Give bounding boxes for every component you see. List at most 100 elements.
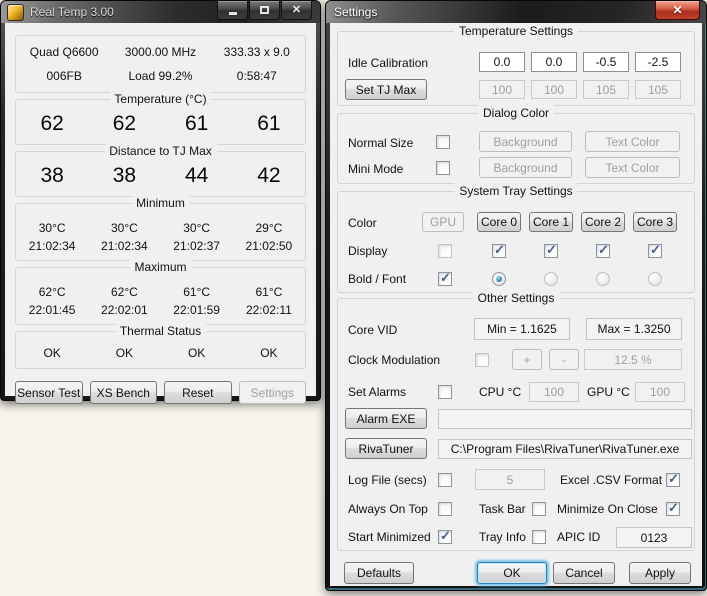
start-minimized-label: Start Minimized — [348, 530, 431, 544]
display-core1-checkbox[interactable] — [544, 244, 558, 258]
log-file-label: Log File (secs) — [348, 473, 427, 487]
clock-modulation-checkbox[interactable] — [475, 353, 489, 367]
idle-calibration-core2-input[interactable]: -0.5 — [583, 52, 629, 72]
tjmax-core0-field: 100 — [479, 80, 525, 99]
realtemp-caption-buttons: ✕ — [217, 1, 312, 20]
core0-distance: 38 — [16, 164, 88, 188]
font-core2-radio[interactable] — [596, 272, 610, 286]
log-interval-field: 5 — [475, 469, 545, 490]
fsb-multiplier: 333.33 x 9.0 — [209, 45, 305, 59]
min-temp-core3: 29°C — [233, 221, 305, 235]
start-minimized-checkbox[interactable] — [438, 530, 452, 544]
normal-text-color-button: Text Color — [585, 131, 680, 152]
maximize-button[interactable] — [249, 1, 280, 20]
core3-temperature: 61 — [233, 112, 305, 136]
close-button[interactable]: ✕ — [281, 1, 312, 20]
core2-distance: 44 — [161, 164, 233, 188]
alarm-exe-path-field[interactable] — [438, 409, 692, 429]
maximum-groupbox: Maximum 62°C 62°C 61°C 61°C 22:01:45 22:… — [15, 267, 306, 325]
alarm-exe-button[interactable]: Alarm EXE — [345, 408, 427, 429]
minimize-button[interactable] — [217, 1, 248, 20]
settings-titlebar[interactable]: Settings ✕ — [326, 1, 706, 23]
core1-color-button[interactable]: Core 1 — [529, 212, 573, 232]
rivatuner-path-field[interactable]: C:\Program Files\RivaTuner\RivaTuner.exe — [438, 439, 692, 459]
thermal-status-groupbox: Thermal Status OK OK OK OK — [15, 331, 306, 369]
close-button[interactable]: ✕ — [655, 1, 700, 20]
distance-tjmax-groupbox: Distance to TJ Max 38 38 44 42 — [15, 151, 306, 197]
reset-button[interactable]: Reset — [164, 381, 232, 404]
excel-csv-checkbox[interactable] — [666, 473, 680, 487]
display-core3-checkbox[interactable] — [648, 244, 662, 258]
tray-info-checkbox[interactable] — [532, 530, 546, 544]
cancel-button[interactable]: Cancel — [553, 562, 615, 584]
font-core3-radio[interactable] — [648, 272, 662, 286]
thermal-status-core0: OK — [16, 346, 88, 360]
minimize-on-close-label: Minimize On Close — [557, 502, 658, 516]
excel-csv-label: Excel .CSV Format — [560, 473, 662, 487]
mini-background-button: Background — [479, 157, 572, 178]
max-temp-core0: 62°C — [16, 285, 88, 299]
system-tray-label: System Tray Settings — [454, 183, 577, 199]
set-alarms-label: Set Alarms — [348, 385, 406, 399]
maximum-label: Maximum — [129, 259, 191, 275]
task-bar-label: Task Bar — [479, 502, 526, 516]
core2-temperature: 61 — [161, 112, 233, 136]
font-core1-radio[interactable] — [544, 272, 558, 286]
tray-info-label: Tray Info — [479, 530, 526, 544]
minimize-on-close-checkbox[interactable] — [666, 502, 680, 516]
task-bar-checkbox[interactable] — [532, 502, 546, 516]
log-file-checkbox[interactable] — [438, 473, 452, 487]
core2-color-button[interactable]: Core 2 — [581, 212, 625, 232]
realtemp-window-title: Real Temp 3.00 — [30, 5, 114, 19]
apply-button[interactable]: Apply — [629, 562, 691, 584]
always-on-top-label: Always On Top — [348, 502, 428, 516]
normal-size-checkbox[interactable] — [436, 135, 450, 149]
realtemp-client-area: Quad Q6600 3000.00 MHz 333.33 x 9.0 006F… — [5, 23, 316, 396]
ok-button[interactable]: OK — [477, 562, 547, 584]
clock-plus-button: + — [512, 349, 542, 370]
dialog-color-groupbox: Dialog Color Normal Size Background Text… — [337, 113, 695, 184]
font-core0-radio[interactable] — [492, 272, 506, 286]
apic-id-field: 0123 — [616, 527, 692, 548]
always-on-top-checkbox[interactable] — [438, 502, 452, 516]
close-icon: ✕ — [672, 4, 682, 16]
normal-background-button: Background — [479, 131, 572, 152]
set-tjmax-button[interactable]: Set TJ Max — [345, 79, 427, 100]
mini-mode-checkbox[interactable] — [436, 161, 450, 175]
display-core0-checkbox[interactable] — [492, 244, 506, 258]
min-time-core3: 21:02:50 — [233, 239, 305, 253]
bold-font-checkbox[interactable] — [438, 272, 452, 286]
max-time-core1: 22:02:01 — [88, 303, 160, 317]
cpu-alarm-field: 100 — [529, 382, 579, 402]
core3-color-button[interactable]: Core 3 — [633, 212, 677, 232]
min-time-core2: 21:02:37 — [161, 239, 233, 253]
temperature-settings-groupbox: Temperature Settings Idle Calibration 0.… — [337, 31, 695, 106]
minimum-label: Minimum — [131, 195, 190, 211]
display-gpu-checkbox — [438, 244, 452, 258]
normal-size-label: Normal Size — [348, 136, 413, 150]
settings-window-title: Settings — [334, 5, 377, 19]
settings-button: Settings — [239, 381, 307, 404]
defaults-button[interactable]: Defaults — [344, 562, 414, 584]
temperature-settings-label: Temperature Settings — [454, 23, 578, 39]
idle-calibration-label: Idle Calibration — [348, 56, 428, 70]
realtemp-titlebar[interactable]: Real Temp 3.00 ✕ — [1, 1, 320, 23]
xs-bench-button[interactable]: XS Bench — [90, 381, 158, 404]
cpu-model: Quad Q6600 — [16, 45, 112, 59]
tjmax-core2-field: 105 — [583, 80, 629, 99]
max-time-core3: 22:02:11 — [233, 303, 305, 317]
display-core2-checkbox[interactable] — [596, 244, 610, 258]
set-alarms-checkbox[interactable] — [438, 385, 452, 399]
core1-temperature: 62 — [88, 112, 160, 136]
idle-calibration-core3-input[interactable]: -2.5 — [635, 52, 681, 72]
tjmax-core1-field: 100 — [531, 80, 577, 99]
thermal-status-core3: OK — [233, 346, 305, 360]
core3-distance: 42 — [233, 164, 305, 188]
idle-calibration-core0-input[interactable]: 0.0 — [479, 52, 525, 72]
idle-calibration-core1-input[interactable]: 0.0 — [531, 52, 577, 72]
sensor-test-button[interactable]: Sensor Test — [15, 381, 83, 404]
min-temp-core1: 30°C — [88, 221, 160, 235]
cpu-alarm-label: CPU °C — [479, 385, 521, 399]
core0-color-button[interactable]: Core 0 — [477, 212, 521, 232]
rivatuner-button[interactable]: RivaTuner — [345, 438, 427, 459]
